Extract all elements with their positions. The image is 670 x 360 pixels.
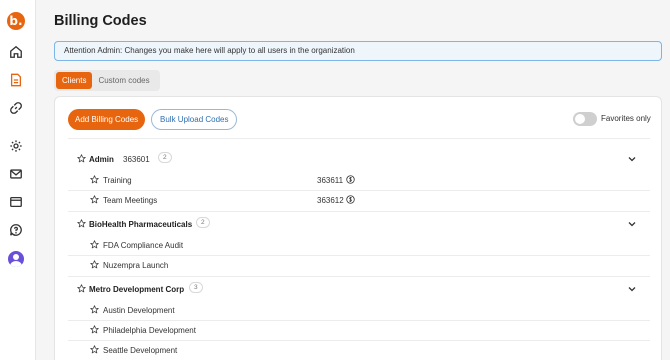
- count-badge: 3: [189, 282, 203, 293]
- dollar-icon[interactable]: [346, 175, 355, 184]
- user-avatar[interactable]: [8, 251, 24, 267]
- favorites-only-label: Favorites only: [601, 114, 651, 123]
- star-icon[interactable]: [90, 305, 99, 314]
- admin-alert-banner: Attention Admin: Changes you make here w…: [54, 41, 662, 61]
- list-item: Nuzempra Launch: [68, 255, 650, 275]
- item-code: 363612: [317, 196, 344, 205]
- help-chat-icon[interactable]: [8, 222, 24, 238]
- brand-logo[interactable]: b.: [7, 12, 25, 30]
- star-icon[interactable]: [90, 325, 99, 334]
- list-item: Philadelphia Development: [68, 320, 650, 340]
- item-name: Nuzempra Launch: [103, 261, 169, 270]
- add-billing-codes-button[interactable]: Add Billing Codes: [68, 109, 146, 130]
- star-icon[interactable]: [77, 284, 86, 293]
- star-icon[interactable]: [77, 154, 86, 163]
- divider: [68, 276, 650, 277]
- list-item: Training 363611: [68, 170, 650, 190]
- item-name: Philadelphia Development: [103, 326, 196, 335]
- bulk-upload-codes-button[interactable]: Bulk Upload Codes: [151, 109, 238, 130]
- star-icon[interactable]: [90, 175, 99, 184]
- mail-icon[interactable]: [8, 166, 24, 182]
- star-icon[interactable]: [90, 195, 99, 204]
- count-badge: 2: [196, 217, 210, 228]
- star-icon[interactable]: [77, 219, 86, 228]
- chevron-down-icon[interactable]: [627, 154, 637, 164]
- link-icon[interactable]: [8, 100, 24, 116]
- group-name: Metro Development Corp: [89, 285, 185, 294]
- tab-bar: Clients Custom codes: [54, 70, 160, 91]
- star-icon[interactable]: [90, 240, 99, 249]
- star-icon[interactable]: [90, 345, 99, 354]
- page-title: Billing Codes: [54, 13, 147, 29]
- star-icon[interactable]: [90, 260, 99, 269]
- client-group-row: Admin 363601 2: [68, 149, 650, 169]
- sidebar: b.: [0, 0, 36, 360]
- tab-clients[interactable]: Clients: [56, 72, 93, 89]
- divider: [68, 138, 650, 139]
- client-group-row: Metro Development Corp 3: [68, 279, 650, 299]
- tab-custom-codes[interactable]: Custom codes: [92, 72, 155, 89]
- dollar-icon[interactable]: [346, 195, 355, 204]
- group-name: Admin: [89, 155, 114, 164]
- item-name: Team Meetings: [103, 196, 158, 205]
- gear-icon[interactable]: [8, 138, 24, 154]
- item-name: Austin Development: [103, 306, 175, 315]
- list-item: FDA Compliance Audit: [68, 235, 650, 255]
- document-icon[interactable]: [4, 68, 28, 92]
- item-name: Seattle Development: [103, 346, 178, 355]
- item-name: FDA Compliance Audit: [103, 241, 184, 250]
- billing-codes-card: Add Billing Codes Bulk Upload Codes Favo…: [54, 96, 662, 360]
- list-item: Austin Development: [68, 300, 650, 320]
- list-item: Seattle Development: [68, 340, 650, 360]
- item-name: Training: [103, 176, 132, 185]
- browser-window-icon[interactable]: [8, 194, 24, 210]
- count-badge: 2: [158, 152, 172, 163]
- chevron-down-icon[interactable]: [627, 219, 637, 229]
- group-code: 363601: [123, 155, 150, 164]
- list-item: Team Meetings 363612: [68, 190, 650, 210]
- client-group-row: BioHealth Pharmaceuticals 2: [68, 214, 650, 234]
- home-icon[interactable]: [8, 44, 24, 60]
- group-name: BioHealth Pharmaceuticals: [89, 220, 193, 229]
- chevron-down-icon[interactable]: [627, 284, 637, 294]
- divider: [68, 211, 650, 212]
- item-code: 363611: [317, 176, 344, 185]
- favorites-only-toggle[interactable]: [573, 112, 597, 126]
